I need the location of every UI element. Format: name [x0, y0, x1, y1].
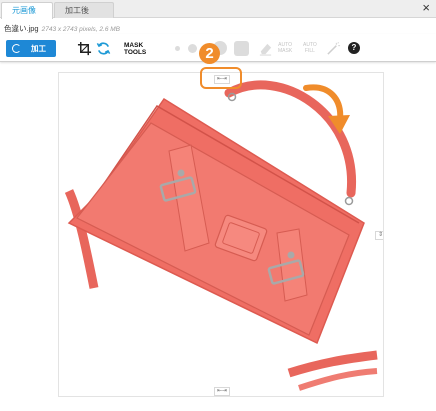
file-name: 色違い.jpg: [4, 24, 39, 33]
step-number-badge: 2: [199, 43, 220, 64]
magic-wand-icon[interactable]: [326, 41, 341, 56]
brush-square-icon[interactable]: [234, 41, 249, 56]
rotate-icon[interactable]: [96, 41, 111, 56]
file-info: 色違い.jpg 2743 x 2743 pixels, 2.6 MB: [4, 23, 120, 34]
mask-tools-button[interactable]: MASK TOOLS: [124, 42, 146, 56]
tab-processed-image[interactable]: 加工後: [54, 2, 114, 18]
crop-icon[interactable]: [77, 41, 92, 56]
process-spinner-icon: [12, 44, 21, 53]
process-button[interactable]: 加工: [6, 40, 56, 57]
eraser-icon[interactable]: [258, 41, 273, 56]
brush-small-icon[interactable]: [175, 46, 180, 51]
tab-bar: 元画像 加工後 ×: [0, 0, 436, 19]
right-resize-handle[interactable]: ⇕: [375, 231, 383, 240]
close-icon[interactable]: ×: [422, 1, 430, 15]
bottom-resize-handle[interactable]: ⇤⇥: [214, 387, 231, 396]
process-button-label: 加工: [31, 44, 46, 53]
help-icon[interactable]: ?: [348, 42, 360, 54]
image-editor: 元画像 加工後 × 色違い.jpg 2743 x 2743 pixels, 2.6…: [0, 0, 436, 411]
highlight-box: [200, 67, 242, 89]
auto-mask-button[interactable]: AUTO MASK: [278, 42, 292, 54]
auto-fill-button[interactable]: AUTO FILL: [303, 42, 317, 54]
file-meta: 2743 x 2743 pixels, 2.6 MB: [41, 26, 121, 33]
rotate-arrow-icon: [303, 84, 350, 134]
tab-original-image[interactable]: 元画像: [1, 2, 53, 19]
brush-medium-icon[interactable]: [188, 44, 197, 53]
